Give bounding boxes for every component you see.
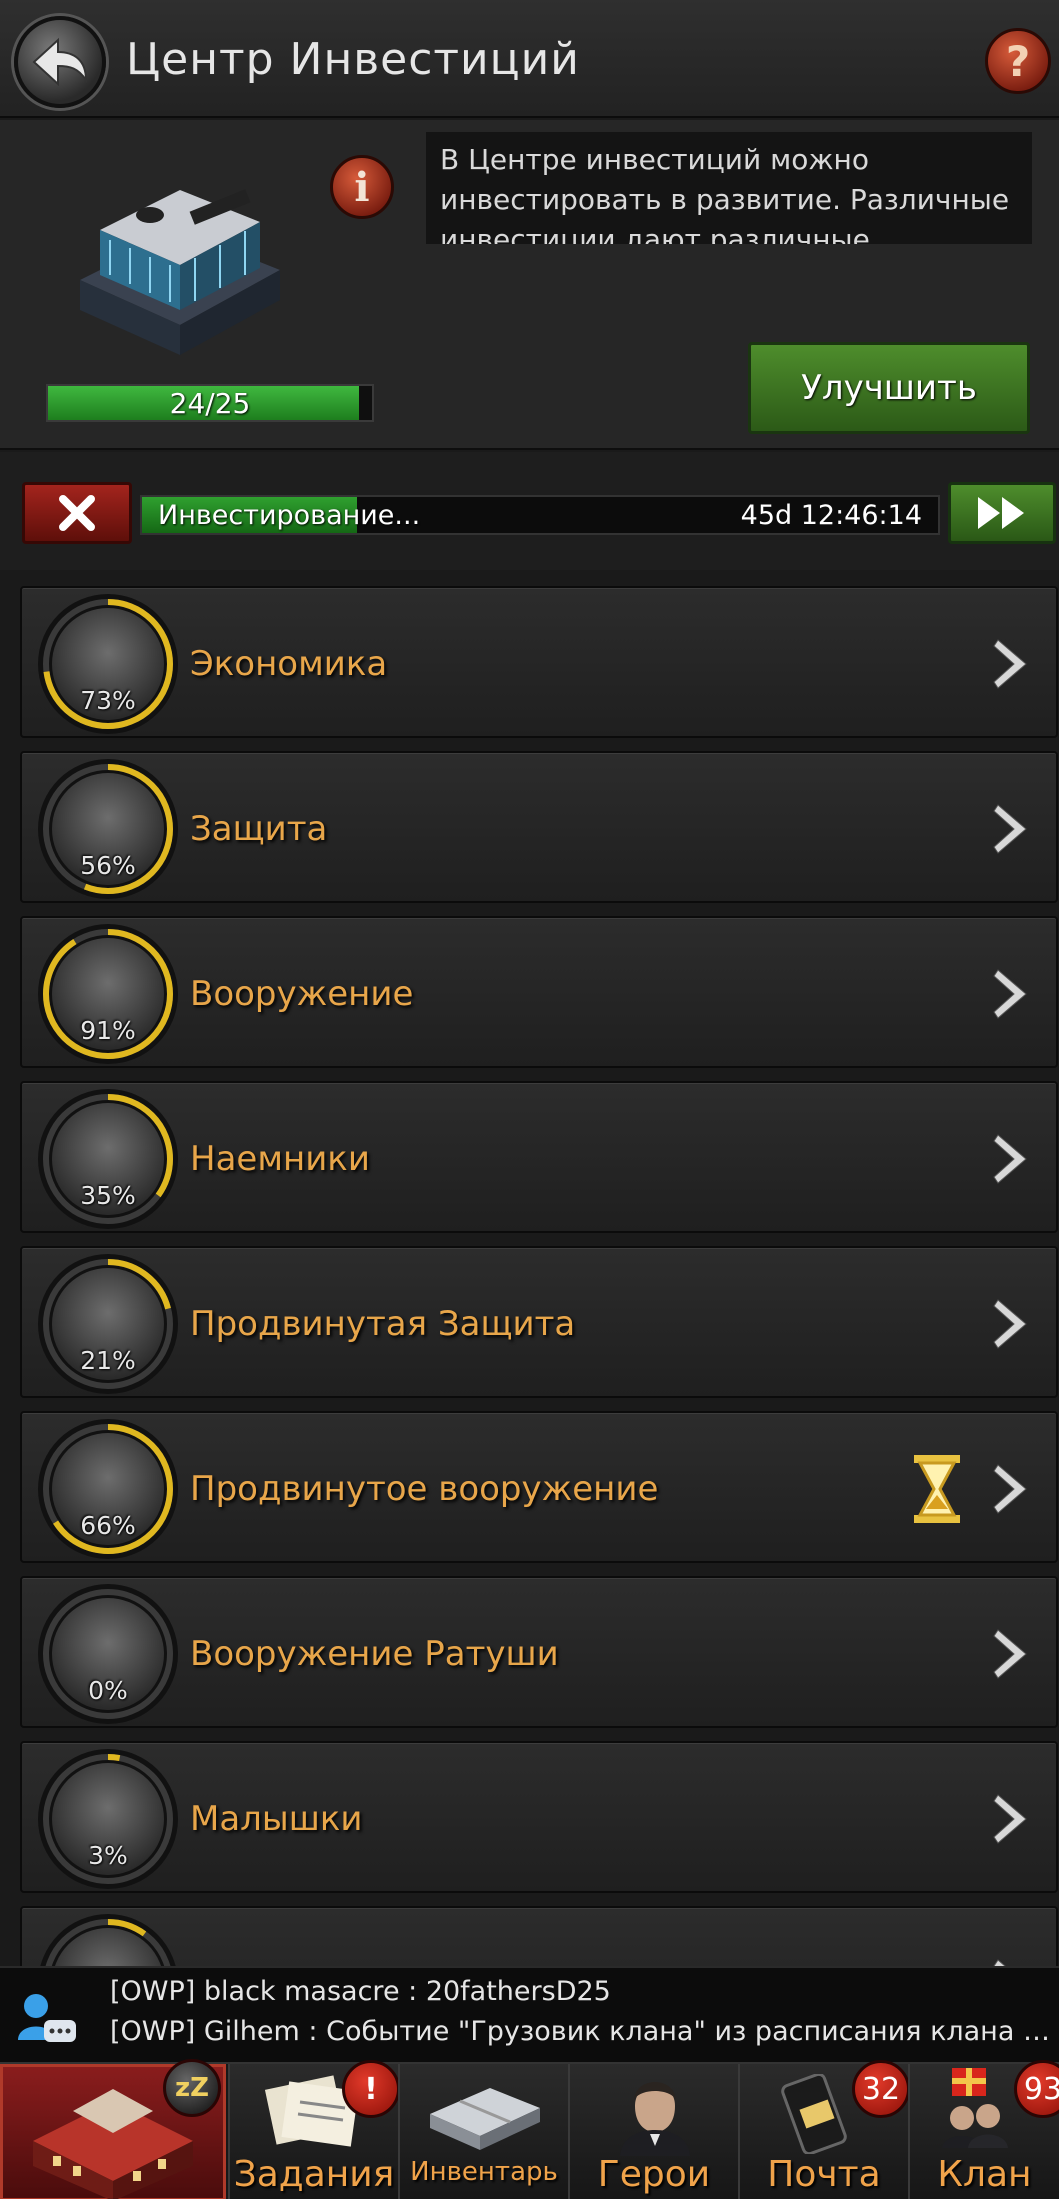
chevron-right-icon [993,1299,1027,1349]
item-percent: 73% [80,686,136,715]
mail-badge: 32 [852,2060,910,2118]
nav-clan-label: Клан [937,2154,1032,2195]
investing-time: 45d 12:46:14 [740,499,922,531]
chat-bar[interactable]: [OWP] black masacre : 20fathersD25 [OWP]… [0,1966,1059,2062]
advanced-weapon-icon: 66% [38,1419,178,1559]
chevron-right-icon [993,969,1027,1019]
info-button[interactable]: i [330,155,394,219]
item-label: Наемники [190,1139,370,1179]
chat-message-1: [OWP] black masacre : 20fathersD25 [110,1976,611,2007]
hourglass-icon [914,1455,960,1523]
chevron-right-icon [993,1134,1027,1184]
mercenaries-icon: 35% [38,1089,178,1229]
chat-message-2: [OWP] Gilhem : Событие "Грузовик клана" … [110,2016,1050,2047]
nav-clan[interactable]: 93 Клан [908,2060,1059,2199]
item-label: Продвинутое вооружение [190,1469,659,1509]
item-percent: 3% [88,1841,128,1870]
item-percent: 66% [80,1511,136,1540]
investment-item[interactable]: 66% Продвинутое вооружение [20,1411,1058,1563]
armed-soldier-icon: 91% [38,924,178,1064]
tasks-badge: ! [342,2060,400,2118]
building-description[interactable]: В Центре инвестиций можно инвестировать … [426,132,1032,244]
chevron-right-icon [993,1959,1006,1966]
item-label: Защита [190,809,328,849]
item-label: Экономика [190,644,388,684]
investing-progress-row: Инвестирование... 45d 12:46:14 [0,452,1059,570]
chevron-right-icon [993,639,1027,689]
clan-gift-icon [942,2068,1008,2148]
chat-user-icon [18,1994,76,2042]
item-percent: 91% [80,1016,136,1045]
item-label: Продвинутая Защита [190,1304,576,1344]
page-title: Центр Инвестиций [126,34,580,85]
investing-progress-bar: Инвестирование... 45d 12:46:14 [140,495,940,535]
item-percent: 35% [80,1181,136,1210]
fast-forward-icon [978,497,1024,529]
crates-icon [38,1914,178,1966]
investment-item[interactable]: 56% Защита [20,751,1058,903]
investment-item[interactable]: 35% Наемники [20,1081,1058,1233]
help-button[interactable]: ? [985,28,1051,94]
header: Центр Инвестиций ? [0,0,1059,118]
upgrade-button[interactable]: Улучшить [748,342,1030,434]
nav-heroes[interactable]: Герои [568,2064,738,2199]
nav-inventory[interactable]: Инвентарь [398,2064,568,2199]
item-label: Малышки [190,1799,363,1839]
investing-label: Инвестирование... [158,499,421,531]
investment-item[interactable]: 73% Экономика [20,586,1058,738]
nav-tasks[interactable]: ! Задания [228,2060,400,2199]
close-icon [59,495,95,531]
phone-mail-icon [781,2074,847,2154]
cancel-button[interactable] [22,482,132,544]
investment-item[interactable]: 21% Продвинутая Защита [20,1246,1058,1398]
item-label: Вооружение Ратуши [190,1634,559,1674]
investment-item[interactable]: 0% Вооружение Ратуши [20,1576,1058,1728]
speed-up-button[interactable] [948,482,1056,544]
idle-badge: zZ [163,2059,221,2117]
chevron-right-icon [993,804,1027,854]
investment-item[interactable]: 3% Малышки [20,1741,1058,1893]
advanced-gate-icon: 21% [38,1254,178,1394]
gang-members-icon: 0% [38,1584,178,1724]
chevron-right-icon [993,1629,1027,1679]
item-percent: 21% [80,1346,136,1375]
nav-home-button[interactable]: zZ [0,2059,226,2199]
building-panel: 24/25 i В Центре инвестиций можно инвест… [0,120,1059,450]
investment-list: 73% Экономика 56% Защита 91% Вооружение … [0,574,1059,1966]
nav-tasks-label: Задания [233,2154,395,2195]
back-button[interactable] [14,16,106,108]
building-level-bar: 24/25 [46,384,374,422]
investment-item[interactable]: 91% Вооружение [20,916,1058,1068]
item-label: Вооружение [190,974,414,1014]
item-percent: 0% [88,1676,128,1705]
nav-mail-label: Почта [767,2154,881,2195]
back-arrow-icon [32,37,88,87]
hero-portrait-icon [620,2082,690,2156]
nav-inventory-label: Инвентарь [410,2157,558,2187]
girl-portrait-icon: 3% [38,1749,178,1889]
chevron-right-icon [993,1464,1027,1514]
investment-item[interactable] [20,1906,1058,1966]
chevron-right-icon [993,1794,1027,1844]
item-percent: 56% [80,851,136,880]
investment-building-icon [80,189,280,355]
gate-icon: 56% [38,759,178,899]
briefcase-icon [430,2088,540,2150]
nav-mail[interactable]: 32 Почта [738,2060,910,2199]
building-level-text: 24/25 [169,386,251,420]
gold-bars-coins-icon: 73% [38,594,178,734]
bottom-nav: zZ ! Задания Инвентарь Герои 32 Почта 93… [0,2059,1059,2199]
nav-heroes-label: Герои [597,2154,711,2195]
